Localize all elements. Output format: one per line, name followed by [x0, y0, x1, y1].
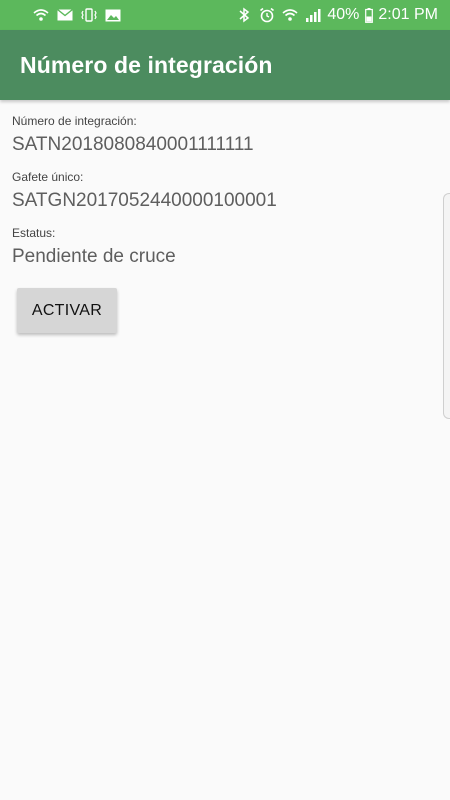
battery-percent: 40%: [327, 6, 360, 23]
alarm-icon: [258, 7, 276, 23]
app-bar: Número de integración: [0, 30, 450, 100]
status-bar-right: 40% 2:01 PM: [235, 6, 438, 24]
bluetooth-icon: [235, 7, 253, 23]
wifi-call-icon: [32, 7, 50, 23]
integration-number-label: Número de integración:: [12, 114, 137, 128]
vibrate-icon: [80, 7, 98, 23]
details-section: Número de integración: SATN2018080840001…: [12, 100, 450, 268]
page-title: Número de integración: [20, 51, 273, 78]
image-icon: [104, 7, 122, 23]
status-label: Estatus:: [12, 226, 56, 240]
mail-icon: [56, 7, 74, 23]
integration-number-value: SATN2018080840001111111: [12, 134, 254, 155]
status-time: 2:01 PM: [378, 6, 438, 23]
badge-label: Gafete único:: [12, 170, 84, 184]
status-bar: 40% 2:01 PM: [0, 0, 450, 30]
status-bar-left-icons: [32, 7, 122, 23]
battery-icon: [364, 7, 373, 23]
badge-value: SATGN2017052440000100001: [12, 190, 277, 211]
wifi-icon: [281, 7, 299, 23]
activate-button[interactable]: ACTIVAR: [17, 288, 117, 333]
signal-icon: [304, 7, 322, 23]
edge-panel-handle[interactable]: [443, 193, 450, 419]
status-value: Pendiente de cruce: [12, 246, 176, 267]
